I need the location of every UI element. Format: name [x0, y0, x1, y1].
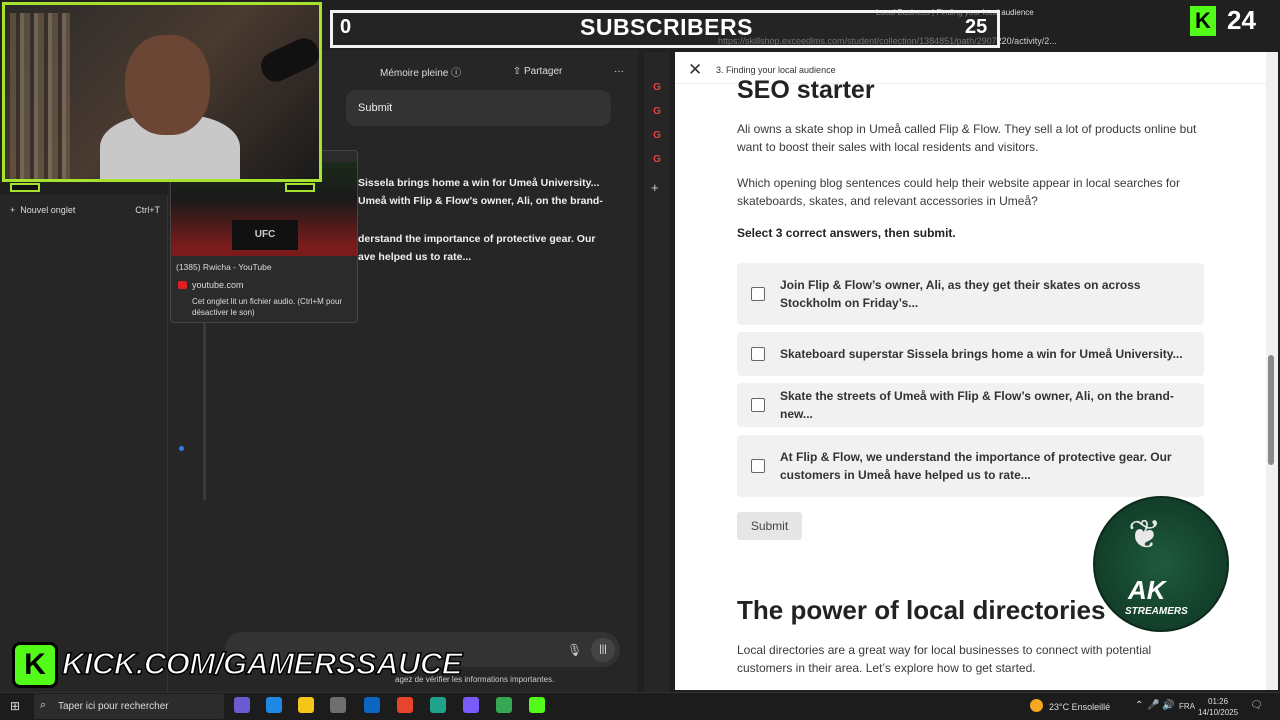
chevron-up-icon[interactable]: ⌃: [1135, 700, 1143, 711]
chrome-icon[interactable]: [496, 697, 512, 713]
store-icon[interactable]: [330, 697, 346, 713]
preview-title: (1385) Rwicha - YouTube: [176, 262, 272, 272]
kick-app-icon[interactable]: [529, 697, 545, 713]
frame-corner-icon: [285, 183, 315, 192]
chat-divider: [203, 320, 206, 500]
weather-sun-icon[interactable]: [1030, 699, 1043, 712]
left-browser-sidebar: [0, 195, 168, 695]
answer-text: Skate the streets of Umeå with Flip & Fl…: [780, 389, 1174, 421]
search-icon: ⌕: [40, 699, 47, 711]
voice-mode-button[interactable]: |||: [591, 638, 615, 662]
chat-response-line: ave helped us to rate...: [358, 251, 472, 263]
windows-start-icon[interactable]: ⊞: [10, 699, 23, 713]
clock[interactable]: 01:26 14/10/2025: [1198, 696, 1238, 718]
share-icon: ⇧: [512, 65, 522, 77]
more-options-button[interactable]: ···: [614, 66, 624, 77]
answer-text: Join Flip & Flow’s owner, Ali, as they g…: [780, 278, 1141, 310]
chat-topbar: Mémoire pleine ⓘ ⇧ Partager ···: [348, 60, 638, 82]
microphone-tray-icon[interactable]: 🎤: [1147, 700, 1159, 711]
instruction-text: Select 3 correct answers, then submit.: [737, 226, 956, 240]
frame-corner-icon: [10, 183, 40, 192]
preview-audio-note: Cet onglet lit un fichier audio. (Ctrl+M…: [192, 297, 343, 317]
submit-button[interactable]: Submit: [737, 512, 802, 540]
webcam-person-head: [125, 35, 210, 135]
new-tab-item[interactable]: + Nouvel onglet Ctrl+T: [10, 205, 160, 215]
breadcrumb: 3. Finding your local audience: [716, 65, 836, 75]
chat-response-line: Sissela brings home a win for Umeå Unive…: [358, 177, 600, 189]
plus-icon: +: [10, 205, 16, 215]
copilot-icon[interactable]: [234, 697, 250, 713]
checkbox[interactable]: [751, 287, 765, 301]
section-title: SEO starter: [737, 76, 875, 104]
webcam-microphone: [256, 33, 319, 87]
checkbox[interactable]: [751, 459, 765, 473]
close-icon[interactable]: ✕: [688, 60, 702, 80]
answer-option[interactable]: Skateboard superstar Sissela brings home…: [737, 332, 1204, 376]
webcam-background: [10, 13, 70, 179]
webcam-overlay: [2, 2, 322, 182]
google-tab-icon[interactable]: G: [651, 130, 663, 142]
user-message-bubble: Submit: [346, 90, 611, 126]
subscribers-count-left: 0: [340, 16, 352, 38]
chat-response-line: derstand the importance of protective ge…: [358, 233, 596, 245]
clock-date: 14/10/2025: [1198, 708, 1239, 717]
google-tab-icon[interactable]: G: [651, 154, 663, 166]
subscribers-goal: 25: [965, 16, 988, 38]
kick-banner-url: KICK.COM/GAMERSSAUCE: [61, 645, 463, 682]
kick-logo-icon: K: [1190, 6, 1216, 36]
question-paragraph: Which opening blog sentences could help …: [737, 176, 1180, 208]
ak-logo-text: AK: [1128, 575, 1166, 605]
edge-icon[interactable]: [266, 697, 282, 713]
share-button[interactable]: ⇧ Partager: [513, 66, 563, 77]
kick-banner-logo: K: [12, 642, 58, 688]
weather-text[interactable]: 23°C Ensoleillé: [1049, 702, 1110, 712]
chat-response-line: Umeå with Flip & Flow’s owner, Ali, on t…: [358, 195, 603, 207]
next-section-paragraph: Local directories are a great way for lo…: [737, 643, 1152, 675]
taskbar-search-placeholder: Taper ici pour rechercher: [58, 701, 169, 712]
phoenix-icon: ❦: [1128, 513, 1162, 557]
scrollbar-thumb[interactable]: [1268, 355, 1274, 465]
intro-paragraph: Ali owns a skate shop in Umeå called Fli…: [737, 122, 1197, 154]
answer-text: Skateboard superstar Sissela brings home…: [780, 347, 1183, 361]
answer-option[interactable]: Join Flip & Flow’s owner, Ali, as they g…: [737, 263, 1204, 325]
outlook-icon[interactable]: [364, 697, 380, 713]
answer-option[interactable]: At Flip & Flow, we understand the import…: [737, 435, 1204, 497]
checkbox[interactable]: [751, 347, 765, 361]
youtube-icon: [178, 281, 187, 289]
answer-option[interactable]: Skate the streets of Umeå with Flip & Fl…: [737, 383, 1204, 427]
preview-thumbnail-logo: UFC: [232, 220, 298, 250]
kick-viewer-count: 24: [1227, 5, 1256, 35]
checkbox[interactable]: [751, 398, 765, 412]
google-tab-icon[interactable]: G: [651, 82, 663, 94]
ak-logo-subtext: STREAMERS: [1125, 606, 1188, 617]
new-tab-label: Nouvel onglet: [20, 205, 76, 215]
google-tab-icon[interactable]: G: [651, 106, 663, 118]
vertical-tabs: [644, 52, 670, 692]
app-icon[interactable]: [430, 697, 446, 713]
preview-host: youtube.com: [192, 280, 244, 290]
microphone-icon[interactable]: 🎙: [567, 643, 582, 657]
notification-icon[interactable]: 🗨: [1250, 700, 1263, 711]
status-dot: [179, 446, 184, 451]
new-tab-shortcut: Ctrl+T: [135, 205, 160, 215]
subscribers-title: SUBSCRIBERS: [580, 14, 753, 40]
discord-icon[interactable]: [463, 697, 479, 713]
answer-text: At Flip & Flow, we understand the import…: [780, 450, 1172, 482]
file-explorer-icon[interactable]: [298, 697, 314, 713]
memory-status[interactable]: Mémoire pleine ⓘ: [380, 64, 461, 79]
info-icon: ⓘ: [451, 67, 462, 79]
next-section-title: The power of local directories: [737, 595, 1106, 625]
clock-time: 01:26: [1208, 697, 1229, 706]
language-indicator[interactable]: FRA: [1179, 702, 1195, 711]
brave-icon[interactable]: [397, 697, 413, 713]
add-tab-icon[interactable]: +: [651, 180, 659, 195]
volume-icon[interactable]: 🔊: [1162, 700, 1174, 711]
